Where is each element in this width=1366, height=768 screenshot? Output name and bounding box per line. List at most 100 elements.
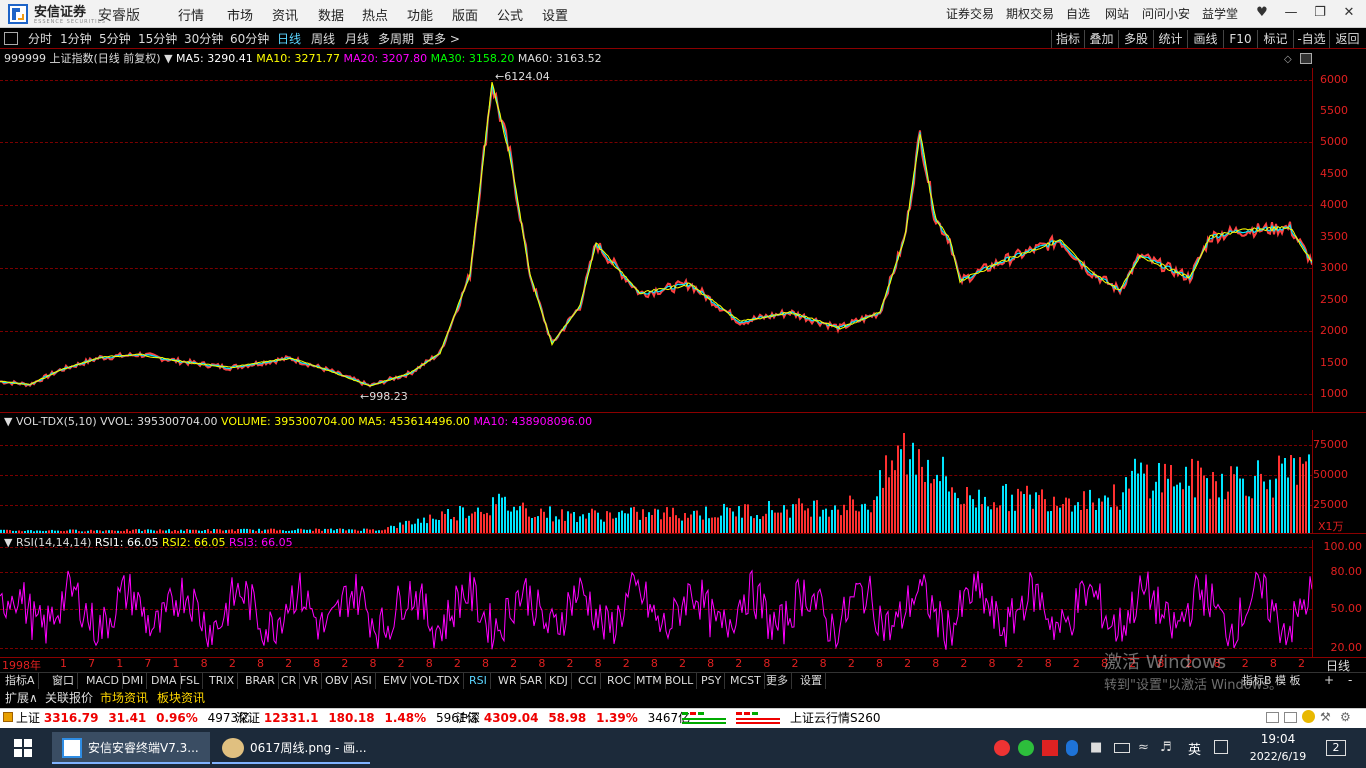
tool-mark[interactable]: 标记	[1257, 30, 1293, 48]
period-monthly[interactable]: 月线	[345, 31, 369, 47]
menu-news[interactable]: 资讯	[272, 5, 298, 24]
period-30min[interactable]: 30分钟	[184, 31, 223, 47]
period-1min[interactable]: 1分钟	[60, 31, 92, 47]
menu-watchlist[interactable]: 自选	[1066, 5, 1090, 22]
menu-securities-trade[interactable]: 证券交易	[946, 5, 994, 22]
menu-options-trade[interactable]: 期权交易	[1006, 5, 1054, 22]
volume-chart-pane[interactable]: 75000 50000 25000 X1万	[0, 430, 1366, 533]
skin-icon[interactable]: ♥	[1251, 2, 1273, 24]
wechat-icon[interactable]	[1018, 740, 1034, 756]
zoom-out-button[interactable]: -	[1348, 673, 1352, 687]
period-daily[interactable]: 日线	[277, 31, 301, 47]
windows-start-icon[interactable]	[14, 739, 32, 757]
indicator-tab[interactable]: VR	[300, 673, 323, 689]
tools-icon[interactable]: ⚒	[1320, 710, 1331, 724]
tool-remove-watchlist[interactable]: -自选	[1293, 30, 1329, 48]
tab-board[interactable]: 板	[1290, 674, 1301, 687]
notification-center-icon[interactable]: 2	[1326, 740, 1346, 756]
volume-icon[interactable]: ♬	[1160, 740, 1172, 755]
indicator-tab[interactable]: MCST	[727, 673, 765, 689]
ime-indicator[interactable]: 英	[1188, 739, 1201, 758]
tool-overlay[interactable]: 叠加	[1084, 30, 1118, 48]
indicator-tab[interactable]: 窗口	[49, 673, 78, 689]
minimize-button[interactable]: —	[1280, 2, 1302, 24]
color-picker-icon[interactable]: ■	[1090, 740, 1102, 755]
tab-related-quotes[interactable]: 关联报价	[42, 690, 96, 707]
panel-toggle-icon[interactable]	[4, 32, 18, 45]
menu-quotes[interactable]: 行情	[178, 5, 204, 24]
indicator-tab[interactable]: DMA	[148, 673, 181, 689]
price-chart-pane[interactable]: 6000 5500 5000 4500 4000 3500 3000 2500 …	[0, 68, 1366, 412]
indicator-tab[interactable]: DMI	[119, 673, 148, 689]
menu-function[interactable]: 功能	[407, 5, 433, 24]
period-60min[interactable]: 60分钟	[230, 31, 269, 47]
indicator-tab[interactable]: OBV	[322, 673, 353, 689]
indicator-tab[interactable]: 设置	[797, 673, 826, 689]
menu-layout[interactable]: 版面	[452, 5, 478, 24]
indicator-tab[interactable]: BOLL	[662, 673, 698, 689]
indicator-tab[interactable]: FSL	[177, 673, 204, 689]
menu-market[interactable]: 市场	[227, 5, 253, 24]
tool-drawline[interactable]: 画线	[1187, 30, 1223, 48]
cloud-quote-label[interactable]: 上证云行情S260	[790, 710, 881, 726]
clock-date[interactable]: 2022/6/19	[1244, 750, 1312, 763]
wifi-icon[interactable]: ≈	[1138, 740, 1149, 755]
indicator-tab[interactable]: 更多	[763, 673, 792, 689]
battery-icon[interactable]	[1114, 743, 1130, 753]
menu-data[interactable]: 数据	[318, 5, 344, 24]
indicator-tab[interactable]: BRAR	[242, 673, 279, 689]
note-icon[interactable]	[1284, 712, 1297, 723]
restore-button[interactable]: ❐	[1309, 2, 1331, 24]
pdf-icon[interactable]	[1042, 740, 1058, 756]
indicator-tab[interactable]: 指标A	[2, 673, 39, 689]
tray-app-icon[interactable]	[994, 740, 1010, 756]
indicator-tab[interactable]: CR	[278, 673, 301, 689]
tool-back[interactable]: 返回	[1329, 30, 1365, 48]
tool-f10[interactable]: F10	[1223, 30, 1257, 48]
diamond-icon[interactable]: ◇	[1284, 54, 1292, 65]
tab-sector-news[interactable]: 板块资讯	[154, 690, 208, 707]
tool-statistics[interactable]: 统计	[1153, 30, 1187, 48]
sh-index-status[interactable]: 上证 3316.79 31.41 0.96% 4973亿	[16, 710, 250, 726]
input-mode-icon[interactable]	[1214, 740, 1228, 754]
indicator-tab[interactable]: PSY	[698, 673, 726, 689]
zoom-in-button[interactable]: +	[1324, 673, 1334, 687]
menu-yixuetang[interactable]: 益学堂	[1202, 5, 1238, 22]
sz-index-status[interactable]: 深证 12331.1 180.18 1.48% 5961亿	[236, 710, 478, 726]
indicator-tab[interactable]: RSI	[466, 673, 491, 689]
menu-formula[interactable]: 公式	[497, 5, 523, 24]
menu-settings[interactable]: 设置	[542, 5, 568, 24]
period-intraday[interactable]: 分时	[28, 31, 52, 47]
period-more[interactable]: 更多 >	[422, 31, 460, 47]
settings-icon[interactable]: ⚙	[1340, 710, 1351, 724]
collapse-icon[interactable]: ▼	[164, 52, 172, 65]
indicator-tab[interactable]: ASI	[351, 673, 376, 689]
period-multi[interactable]: 多周期	[378, 31, 414, 47]
window-mode-icon[interactable]	[1300, 53, 1312, 64]
indicator-tab[interactable]: MACD	[83, 673, 123, 689]
period-weekly[interactable]: 周线	[311, 31, 335, 47]
menu-ask-xiaoan[interactable]: 问问小安	[1142, 5, 1190, 22]
bluetooth-icon[interactable]	[1066, 740, 1078, 756]
indicator-tab[interactable]: SAR	[517, 673, 547, 689]
indicator-tab[interactable]: VOL-TDX	[409, 673, 464, 689]
indicator-tab[interactable]: EMV	[380, 673, 411, 689]
volume-collapse-icon[interactable]: ▼	[4, 415, 12, 428]
tool-multi-stock[interactable]: 多股	[1118, 30, 1153, 48]
hs-index-status[interactable]: 沪深 4309.04 58.98 1.39% 3467亿	[456, 710, 690, 726]
indicator-tab[interactable]: MTM	[633, 673, 666, 689]
clock-time[interactable]: 19:04	[1248, 732, 1308, 746]
indicator-tab[interactable]: KDJ	[546, 673, 572, 689]
indicator-tab[interactable]: ROC	[604, 673, 635, 689]
alert-icon[interactable]	[1302, 710, 1315, 723]
indicator-tab[interactable]: CCI	[575, 673, 601, 689]
menu-website[interactable]: 网站	[1105, 5, 1129, 22]
indicator-tab[interactable]: TRIX	[206, 673, 239, 689]
period-15min[interactable]: 15分钟	[138, 31, 177, 47]
rsi-chart-pane[interactable]: 100.00 80.00 50.00 20.00	[0, 540, 1366, 657]
menu-hotspot[interactable]: 热点	[362, 5, 388, 24]
period-5min[interactable]: 5分钟	[99, 31, 131, 47]
tool-indicator[interactable]: 指标	[1051, 30, 1084, 48]
tab-market-news[interactable]: 市场资讯	[97, 690, 151, 707]
tab-expand[interactable]: 扩展∧	[2, 690, 41, 707]
